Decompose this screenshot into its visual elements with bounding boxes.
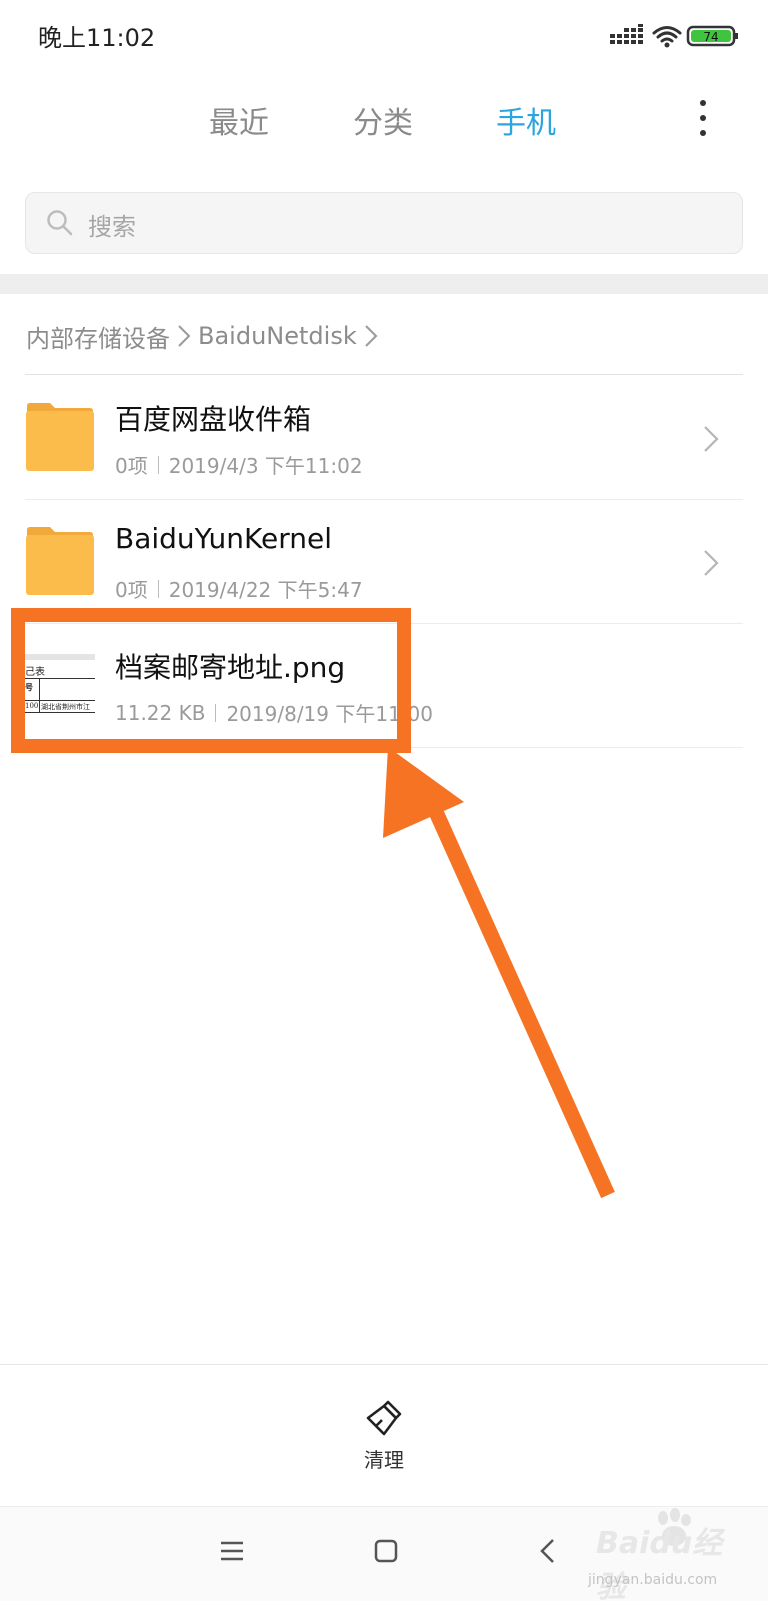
menu-button[interactable] [212,1531,252,1571]
search-placeholder: 搜索 [88,213,136,241]
chevron-right-icon [704,426,719,452]
tab-recent[interactable]: 最近 [209,98,269,142]
modified-date: 2019/8/19 下午11:00 [226,702,433,726]
image-thumbnail: 己表 号 100 湖北省荆州市江 [25,654,95,724]
file-name: 档案邮寄地址.png [115,651,346,684]
meta-separator [157,579,159,598]
more-dot-icon [700,100,706,106]
thumbnail-title: 己表 [25,667,45,678]
signal-icon [610,24,643,44]
more-options-button[interactable] [685,96,721,140]
folder-icon [26,527,94,595]
list-item-file[interactable]: 己表 号 100 湖北省荆州市江 档案邮寄地址.png 11.22 KB 201… [0,624,768,748]
chevron-right-icon [176,323,192,349]
thumbnail-num: 100 [25,702,39,710]
breadcrumb: 内部存储设备 BaiduNetdisk [26,319,385,353]
search-input[interactable]: 搜索 [25,192,743,254]
file-meta: 0项 2019/4/22 下午5:47 [115,574,363,603]
search-icon [47,210,73,236]
breadcrumb-item-internal-storage[interactable]: 内部存储设备 [26,319,170,354]
breadcrumb-item-baidunetdisk[interactable]: BaiduNetdisk [198,322,357,350]
back-button[interactable] [528,1531,568,1571]
file-name: BaiduYunKernel [115,522,333,555]
thumbnail-col: 号 [25,682,33,692]
section-divider [0,274,768,294]
home-icon [374,1539,398,1563]
divider [0,1364,768,1365]
file-name: 百度网盘收件箱 [115,403,312,436]
thumbnail-address: 湖北省荆州市江 [41,703,90,711]
meta-separator [157,455,159,474]
more-dot-icon [700,115,706,121]
clean-button[interactable]: 清理 [344,1398,424,1472]
navigation-bar [0,1506,768,1601]
tab-categories[interactable]: 分类 [353,98,413,142]
divider [25,374,743,375]
modified-date: 2019/4/3 下午11:02 [168,454,363,478]
wifi-icon [652,26,682,43]
folder-icon [26,403,94,471]
meta-separator [215,703,217,722]
divider [25,747,743,748]
file-meta: 11.22 KB 2019/8/19 下午11:00 [115,698,433,727]
list-item-folder[interactable]: 百度网盘收件箱 0项 2019/4/3 下午11:02 [0,376,768,500]
menu-icon [221,1541,243,1561]
home-button[interactable] [366,1531,406,1571]
list-item-folder[interactable]: BaiduYunKernel 0项 2019/4/22 下午5:47 [0,500,768,624]
back-icon [540,1539,554,1563]
status-time: 晚上11:02 [38,24,156,52]
chevron-right-icon [363,323,379,349]
status-icons: 74 [610,24,746,48]
more-dot-icon [700,130,706,136]
file-meta: 0项 2019/4/3 下午11:02 [115,450,363,479]
file-size: 11.22 KB [115,700,206,725]
modified-date: 2019/4/22 下午5:47 [168,578,363,602]
item-count: 0项 [115,578,148,602]
broom-icon [366,1400,402,1436]
tab-phone[interactable]: 手机 [496,98,556,142]
item-count: 0项 [115,454,148,478]
chevron-right-icon [704,550,719,576]
battery-level: 74 [703,30,718,44]
clean-label: 清理 [364,1448,404,1472]
